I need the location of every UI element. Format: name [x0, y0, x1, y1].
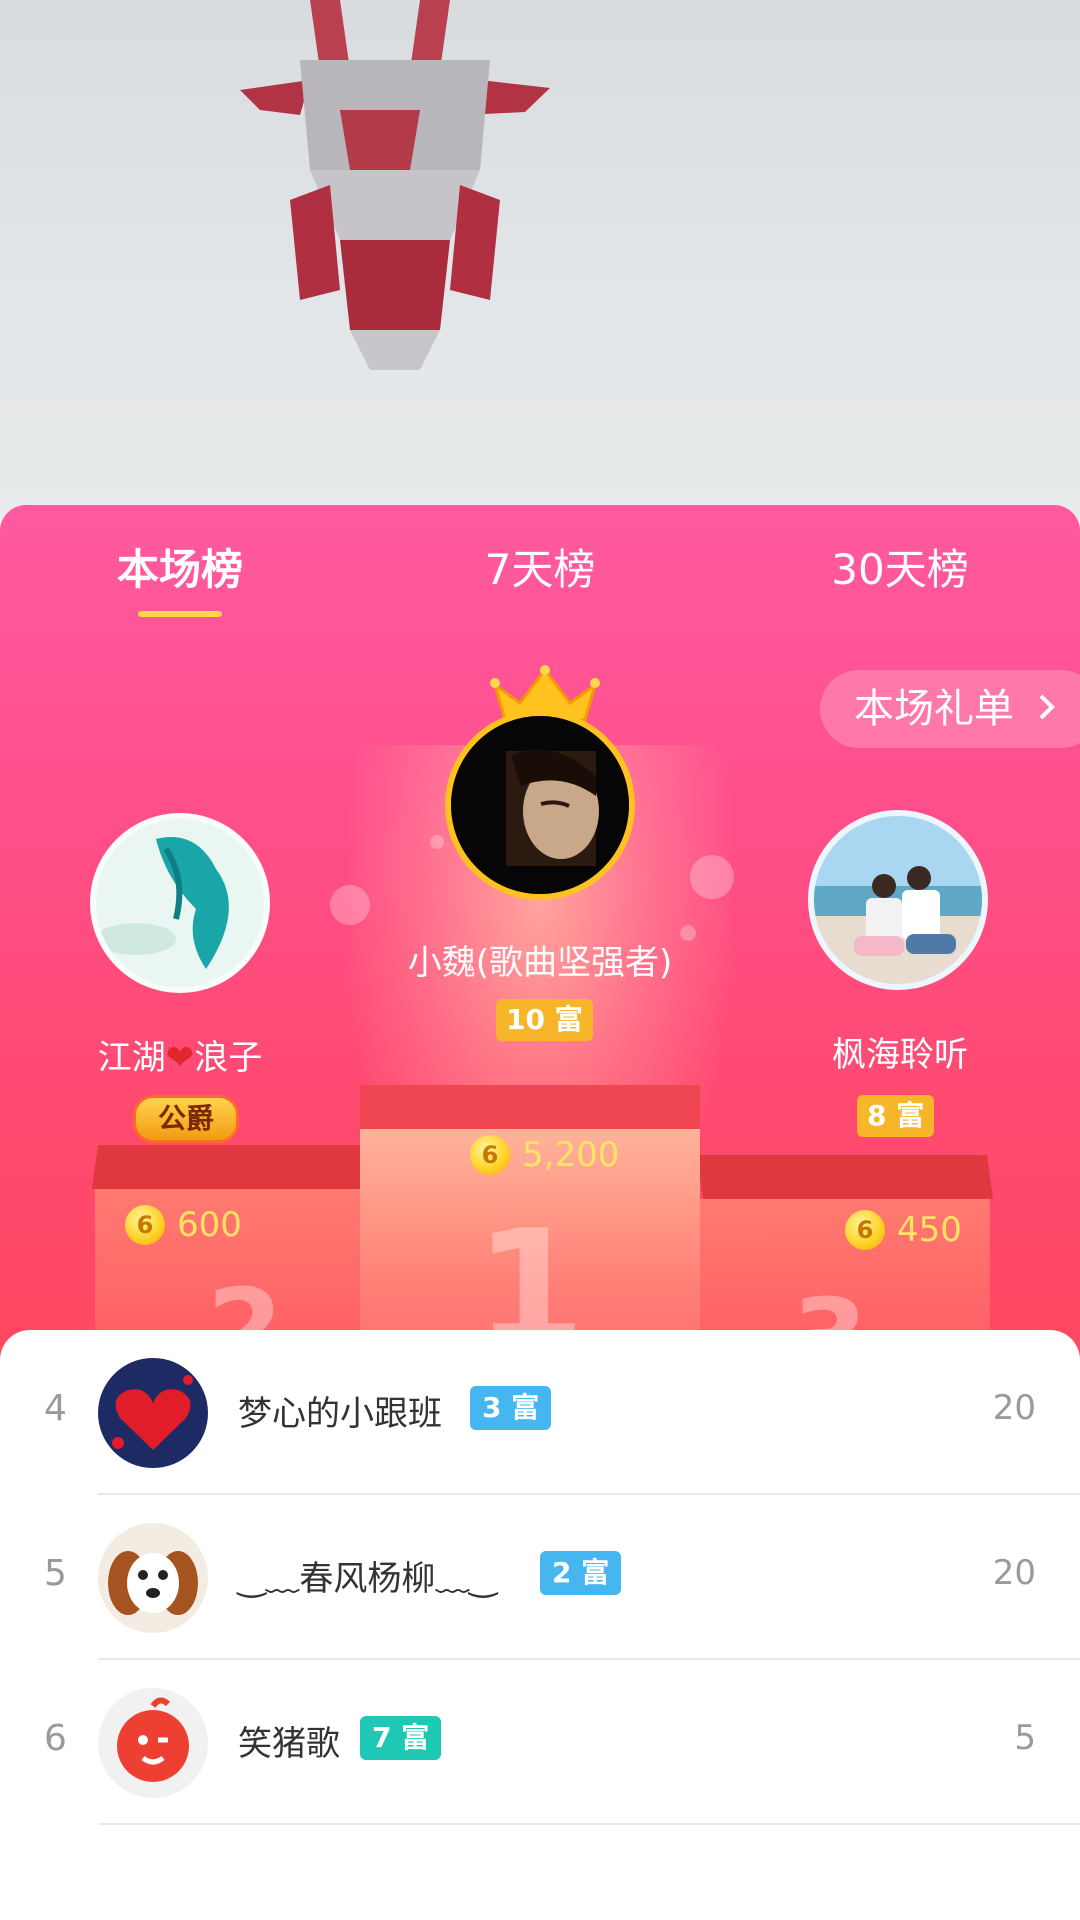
- decor-bubble: [330, 885, 370, 925]
- avatar[interactable]: [98, 1358, 208, 1468]
- heart-icon: ❤: [165, 1038, 195, 1078]
- third-place-coins: 6 450: [845, 1210, 962, 1250]
- decor-bubble: [690, 855, 734, 899]
- duke-noble-badge: 公爵: [133, 1095, 240, 1143]
- third-place-coin-value: 450: [897, 1210, 962, 1250]
- first-place-coins: 6 5,200: [470, 1135, 619, 1175]
- avatar-third-place[interactable]: [808, 810, 988, 990]
- score: 20: [992, 1553, 1036, 1593]
- avatar[interactable]: [98, 1523, 208, 1633]
- third-place-rich-badge: 8 富: [857, 1095, 935, 1137]
- user-name: ‿﹏春风杨柳﹏‿: [238, 1559, 497, 1599]
- score: 20: [992, 1388, 1036, 1428]
- list-item[interactable]: 5 ‿﹏春风杨柳﹏‿ 2 富 20: [0, 1495, 1080, 1660]
- active-tab-indicator: [138, 611, 222, 617]
- tab-this-session[interactable]: 本场榜: [50, 535, 310, 605]
- user-name: 梦心的小跟班: [238, 1394, 442, 1434]
- rank-number: 5: [44, 1553, 67, 1594]
- second-place-coins: 6 600: [125, 1205, 242, 1245]
- rank-number: 4: [44, 1388, 67, 1429]
- ranking-list: 4 梦心的小跟班 3 富 20 5 ‿﹏春风杨柳﹏‿ 2 富 20 6 笑猪歌 …: [0, 1330, 1080, 1920]
- divider: [98, 1823, 1080, 1825]
- rich-level-badge: 2 富: [540, 1551, 622, 1595]
- tab-7-days[interactable]: 7天榜: [410, 535, 670, 605]
- first-place-name: 小魏(歌曲坚强者): [407, 943, 673, 983]
- rank-number: 6: [44, 1718, 67, 1759]
- avatar-second-place[interactable]: [90, 813, 270, 993]
- background-photo: [0, 0, 1080, 560]
- score: 5: [1014, 1718, 1036, 1758]
- coin-icon: 6: [125, 1205, 165, 1245]
- rich-level-badge: 3 富: [470, 1386, 552, 1430]
- coin-icon: 6: [470, 1135, 510, 1175]
- coin-icon: 6: [845, 1210, 885, 1250]
- second-place-name: 江湖❤浪子: [80, 1030, 280, 1079]
- user-name: 笑猪歌: [238, 1724, 340, 1764]
- decor-bubble: [430, 835, 444, 849]
- gift-list-label: 本场礼单: [854, 686, 1014, 732]
- rich-level-badge: 7 富: [360, 1716, 442, 1760]
- paper-deer-head-image: [240, 0, 550, 370]
- list-item[interactable]: 4 梦心的小跟班 3 富 20: [0, 1330, 1080, 1495]
- avatar[interactable]: [98, 1688, 208, 1798]
- second-place-name-left: 江湖: [97, 1038, 166, 1078]
- second-place-name-right: 浪子: [194, 1038, 263, 1078]
- first-place-coin-value: 5,200: [522, 1135, 620, 1175]
- ranking-panel: 本场榜 7天榜 30天榜 本场礼单 2 3 1 小魏(歌曲坚强者) 10 富 6…: [0, 505, 1080, 1375]
- tab-30-days[interactable]: 30天榜: [770, 535, 1030, 605]
- chevron-right-icon: [1037, 670, 1057, 748]
- list-item[interactable]: 6 笑猪歌 7 富 5: [0, 1660, 1080, 1825]
- ranking-tabs: 本场榜 7天榜 30天榜: [0, 535, 1080, 625]
- first-place-rich-badge: 10 富: [496, 999, 593, 1041]
- third-place-name: 枫海聆听: [832, 1035, 968, 1075]
- avatar-first-place[interactable]: [445, 710, 635, 900]
- second-place-coin-value: 600: [177, 1205, 242, 1245]
- gift-list-button[interactable]: 本场礼单: [820, 670, 1080, 748]
